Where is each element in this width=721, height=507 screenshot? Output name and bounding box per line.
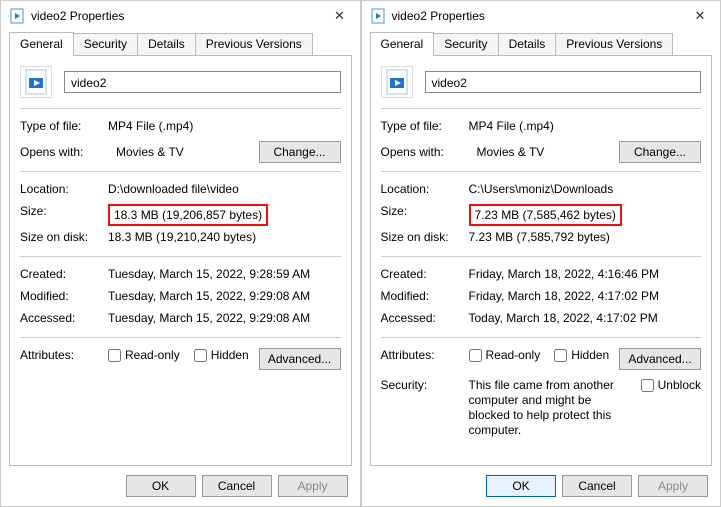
size-value: 7.23 MB (7,585,462 bytes): [469, 204, 622, 226]
hidden-label: Hidden: [211, 348, 249, 362]
opens-with-value: Movies & TV: [477, 145, 612, 159]
hidden-checkbox[interactable]: Hidden: [554, 348, 609, 362]
unblock-checkbox[interactable]: Unblock: [641, 378, 701, 392]
video-file-icon: [370, 8, 386, 24]
advanced-button[interactable]: Advanced...: [259, 348, 341, 370]
tabs: General Security Details Previous Versio…: [362, 31, 721, 55]
accessed-label: Accessed:: [381, 311, 469, 325]
size-on-disk-label: Size on disk:: [381, 230, 469, 244]
dialog-footer: OK Cancel Apply: [1, 466, 360, 506]
readonly-checkbox[interactable]: Read-only: [469, 348, 541, 362]
location-value: D:\downloaded file\video: [108, 182, 341, 196]
opens-with-label: Opens with:: [20, 145, 108, 159]
type-of-file-value: MP4 File (.mp4): [108, 119, 341, 133]
cancel-button[interactable]: Cancel: [202, 475, 272, 497]
tab-details[interactable]: Details: [137, 33, 196, 55]
dialog-footer: OK Cancel Apply: [362, 466, 721, 506]
attributes-label: Attributes:: [381, 348, 469, 362]
location-label: Location:: [381, 182, 469, 196]
filename-input[interactable]: video2: [64, 71, 341, 93]
video-file-icon: [20, 66, 52, 98]
ok-button[interactable]: OK: [486, 475, 556, 497]
size-on-disk-label: Size on disk:: [20, 230, 108, 244]
readonly-label: Read-only: [125, 348, 180, 362]
window-title: video2 Properties: [31, 9, 326, 23]
change-button[interactable]: Change...: [619, 141, 701, 163]
titlebar[interactable]: video2 Properties ✕: [362, 1, 721, 31]
created-value: Tuesday, March 15, 2022, 9:28:59 AM: [108, 267, 341, 281]
apply-button[interactable]: Apply: [638, 475, 708, 497]
window-title: video2 Properties: [392, 9, 687, 23]
titlebar[interactable]: video2 Properties ✕: [1, 1, 360, 31]
size-label: Size:: [20, 204, 108, 218]
security-label: Security:: [381, 378, 469, 392]
size-value: 18.3 MB (19,206,857 bytes): [108, 204, 268, 226]
opens-with-label: Opens with:: [381, 145, 469, 159]
hidden-checkbox[interactable]: Hidden: [194, 348, 249, 362]
readonly-label: Read-only: [486, 348, 541, 362]
type-of-file-value: MP4 File (.mp4): [469, 119, 702, 133]
accessed-value: Tuesday, March 15, 2022, 9:29:08 AM: [108, 311, 341, 325]
close-icon[interactable]: ✕: [326, 4, 354, 28]
size-on-disk-value: 18.3 MB (19,210,240 bytes): [108, 230, 341, 244]
apply-button[interactable]: Apply: [278, 475, 348, 497]
modified-value: Tuesday, March 15, 2022, 9:29:08 AM: [108, 289, 341, 303]
tab-general[interactable]: General: [370, 32, 435, 56]
modified-label: Modified:: [381, 289, 469, 303]
accessed-value: Today, March 18, 2022, 4:17:02 PM: [469, 311, 702, 325]
modified-label: Modified:: [20, 289, 108, 303]
type-of-file-label: Type of file:: [20, 119, 108, 133]
location-label: Location:: [20, 182, 108, 196]
cancel-button[interactable]: Cancel: [562, 475, 632, 497]
type-of-file-label: Type of file:: [381, 119, 469, 133]
security-note: This file came from another computer and…: [469, 378, 641, 438]
created-label: Created:: [381, 267, 469, 281]
properties-dialog-left: video2 Properties ✕ General Security Det…: [0, 0, 361, 507]
tab-security[interactable]: Security: [73, 33, 138, 55]
location-value: C:\Users\moniz\Downloads: [469, 182, 702, 196]
properties-dialog-right: video2 Properties ✕ General Security Det…: [361, 0, 721, 507]
hidden-label: Hidden: [571, 348, 609, 362]
general-pane: video2 Type of file:MP4 File (.mp4) Open…: [9, 55, 352, 466]
tab-general[interactable]: General: [9, 32, 74, 56]
attributes-label: Attributes:: [20, 348, 108, 362]
advanced-button[interactable]: Advanced...: [619, 348, 701, 370]
size-label: Size:: [381, 204, 469, 218]
general-pane: video2 Type of file:MP4 File (.mp4) Open…: [370, 55, 713, 466]
tab-previous-versions[interactable]: Previous Versions: [555, 33, 673, 55]
readonly-checkbox[interactable]: Read-only: [108, 348, 180, 362]
video-file-icon: [381, 66, 413, 98]
video-file-icon: [9, 8, 25, 24]
unblock-label: Unblock: [658, 378, 701, 392]
opens-with-value: Movies & TV: [116, 145, 251, 159]
created-label: Created:: [20, 267, 108, 281]
tab-previous-versions[interactable]: Previous Versions: [195, 33, 313, 55]
tabs: General Security Details Previous Versio…: [1, 31, 360, 55]
tab-security[interactable]: Security: [433, 33, 498, 55]
change-button[interactable]: Change...: [259, 141, 341, 163]
ok-button[interactable]: OK: [126, 475, 196, 497]
accessed-label: Accessed:: [20, 311, 108, 325]
filename-input[interactable]: video2: [425, 71, 702, 93]
modified-value: Friday, March 18, 2022, 4:17:02 PM: [469, 289, 702, 303]
created-value: Friday, March 18, 2022, 4:16:46 PM: [469, 267, 702, 281]
size-on-disk-value: 7.23 MB (7,585,792 bytes): [469, 230, 702, 244]
close-icon[interactable]: ✕: [686, 4, 714, 28]
tab-details[interactable]: Details: [498, 33, 557, 55]
